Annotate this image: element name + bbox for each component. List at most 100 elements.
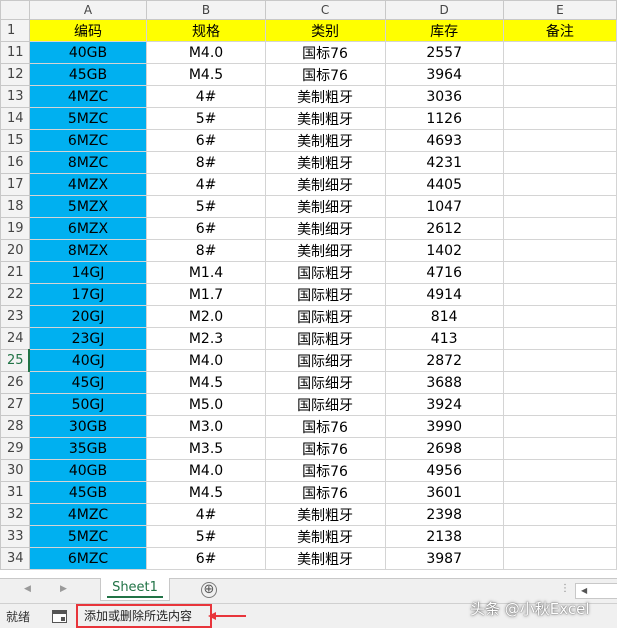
cell-remark[interactable] (502, 151, 617, 174)
cell-code[interactable]: 45GB (28, 481, 148, 504)
cell-remark[interactable] (502, 437, 617, 460)
cell-code[interactable]: 4MZC (28, 503, 148, 526)
cell-stock[interactable]: 3964 (384, 63, 504, 86)
cell-code[interactable]: 40GJ (28, 349, 148, 372)
row-header[interactable]: 22 (0, 283, 30, 306)
cell-category[interactable]: 国际粗牙 (264, 305, 386, 328)
cell-remark[interactable] (502, 195, 617, 218)
cell-stock[interactable]: 2557 (384, 41, 504, 64)
cell-stock[interactable]: 4405 (384, 173, 504, 196)
cell-stock[interactable]: 4231 (384, 151, 504, 174)
row-header[interactable]: 1 (0, 19, 30, 42)
cell-spec[interactable]: M5.0 (146, 393, 266, 416)
column-header-a[interactable]: A (28, 0, 148, 20)
row-header[interactable]: 21 (0, 261, 30, 284)
cell-code[interactable]: 5MZX (28, 195, 148, 218)
row-header[interactable]: 27 (0, 393, 30, 416)
cell-spec[interactable]: M4.5 (146, 371, 266, 394)
cell-category[interactable]: 美制细牙 (264, 195, 386, 218)
sheet-tab-sheet1[interactable]: Sheet1 (100, 578, 170, 601)
cell-code[interactable]: 50GJ (28, 393, 148, 416)
cell-spec[interactable]: 5# (146, 195, 266, 218)
cell-stock[interactable]: 3601 (384, 481, 504, 504)
cell-remark[interactable] (502, 371, 617, 394)
column-header-e[interactable]: E (502, 0, 617, 20)
cell-remark[interactable] (502, 547, 617, 570)
cell-stock[interactable]: 3987 (384, 547, 504, 570)
cell-remark[interactable] (502, 525, 617, 548)
cell-stock[interactable]: 4956 (384, 459, 504, 482)
cell-stock[interactable]: 814 (384, 305, 504, 328)
cell-category[interactable]: 国际粗牙 (264, 283, 386, 306)
row-header[interactable]: 28 (0, 415, 30, 438)
cell-spec[interactable]: M3.0 (146, 415, 266, 438)
cell-stock[interactable]: 1047 (384, 195, 504, 218)
row-header[interactable]: 29 (0, 437, 30, 460)
cell-category[interactable]: 美制细牙 (264, 239, 386, 262)
cell-spec[interactable]: 6# (146, 217, 266, 240)
cell-remark[interactable] (502, 503, 617, 526)
cell-stock[interactable]: 413 (384, 327, 504, 350)
cell-spec[interactable]: M4.5 (146, 63, 266, 86)
cell-remark[interactable] (502, 481, 617, 504)
cell-remark[interactable] (502, 217, 617, 240)
cell-spec[interactable]: M2.3 (146, 327, 266, 350)
cell-spec[interactable]: 4# (146, 503, 266, 526)
cell-stock[interactable]: 3036 (384, 85, 504, 108)
cell-remark[interactable] (502, 63, 617, 86)
tab-scroll-left-icon[interactable]: ◀ (24, 584, 31, 594)
spreadsheet-grid[interactable]: A B C D E 1 编码 规格 类别 库存 备注 11 40GB M4.0 国标7… (0, 0, 617, 578)
cell-code[interactable]: 6MZX (28, 217, 148, 240)
cell-spec[interactable]: M1.7 (146, 283, 266, 306)
cell-category[interactable]: 国际粗牙 (264, 327, 386, 350)
cell-category[interactable]: 国标76 (264, 63, 386, 86)
cell-category[interactable]: 美制粗牙 (264, 129, 386, 152)
cell-category[interactable]: 美制粗牙 (264, 151, 386, 174)
cell-category[interactable]: 国标76 (264, 415, 386, 438)
cell-spec[interactable]: M4.5 (146, 481, 266, 504)
header-cell-remark[interactable]: 备注 (502, 19, 617, 42)
cell-code[interactable]: 4MZX (28, 173, 148, 196)
cell-code[interactable]: 14GJ (28, 261, 148, 284)
row-header[interactable]: 14 (0, 107, 30, 130)
header-cell-spec[interactable]: 规格 (146, 19, 266, 42)
cell-stock[interactable]: 2398 (384, 503, 504, 526)
cell-category[interactable]: 国际细牙 (264, 371, 386, 394)
cell-spec[interactable]: M4.0 (146, 459, 266, 482)
scroll-left-icon[interactable]: ◀ (581, 586, 587, 595)
cell-stock[interactable]: 4914 (384, 283, 504, 306)
cell-code[interactable]: 17GJ (28, 283, 148, 306)
cell-category[interactable]: 国际细牙 (264, 393, 386, 416)
row-header[interactable]: 33 (0, 525, 30, 548)
row-header[interactable]: 11 (0, 41, 30, 64)
column-header-d[interactable]: D (384, 0, 504, 20)
cell-remark[interactable] (502, 129, 617, 152)
cell-code[interactable]: 30GB (28, 415, 148, 438)
row-header[interactable]: 30 (0, 459, 30, 482)
cell-spec[interactable]: 4# (146, 173, 266, 196)
cell-spec[interactable]: M1.4 (146, 261, 266, 284)
cell-stock[interactable]: 3688 (384, 371, 504, 394)
split-handle-icon[interactable]: ⋮ (560, 583, 570, 594)
header-cell-code[interactable]: 编码 (28, 19, 148, 42)
cell-spec[interactable]: 5# (146, 107, 266, 130)
cell-code[interactable]: 6MZC (28, 547, 148, 570)
cell-code[interactable]: 45GB (28, 63, 148, 86)
row-header[interactable]: 24 (0, 327, 30, 350)
cell-spec[interactable]: 8# (146, 151, 266, 174)
row-header[interactable]: 23 (0, 305, 30, 328)
row-header[interactable]: 26 (0, 371, 30, 394)
cell-stock[interactable]: 3924 (384, 393, 504, 416)
cell-remark[interactable] (502, 349, 617, 372)
row-header[interactable]: 34 (0, 547, 30, 570)
select-all-corner[interactable] (0, 0, 30, 20)
cell-remark[interactable] (502, 283, 617, 306)
row-header[interactable]: 32 (0, 503, 30, 526)
cell-remark[interactable] (502, 107, 617, 130)
column-header-c[interactable]: C (264, 0, 386, 20)
cell-stock[interactable]: 2872 (384, 349, 504, 372)
cell-remark[interactable] (502, 393, 617, 416)
cell-category[interactable]: 美制粗牙 (264, 525, 386, 548)
cell-code[interactable]: 8MZC (28, 151, 148, 174)
cell-stock[interactable]: 3990 (384, 415, 504, 438)
